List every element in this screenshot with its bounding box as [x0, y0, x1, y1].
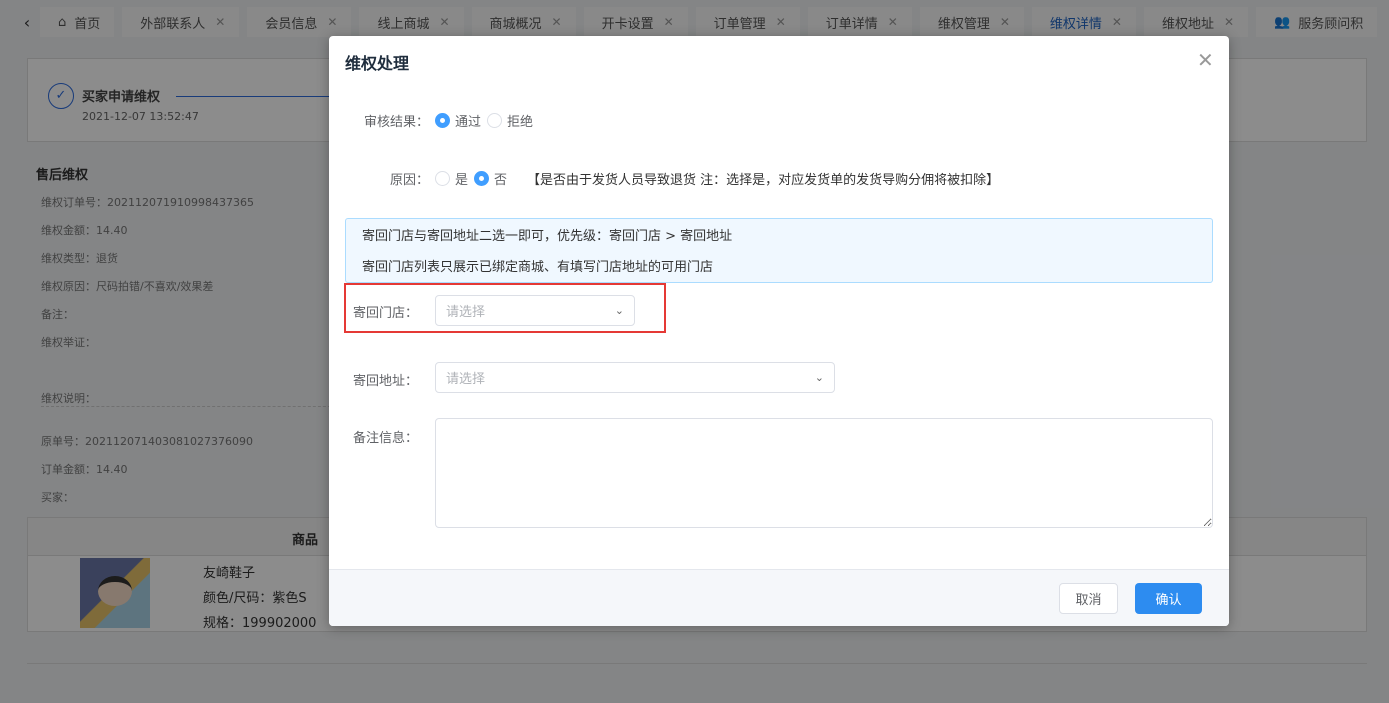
radio-reject[interactable]: 拒绝 [487, 111, 533, 130]
radio-checked-icon [474, 171, 490, 186]
info-alert: 寄回门店与寄回地址二选一即可，优先级：寄回门店 > 寄回地址 寄回门店列表只展示… [345, 218, 1213, 283]
cancel-button[interactable]: 取消 [1059, 583, 1118, 614]
reason-radio-group: 是 否 【是否由于发货人员导致退货 注：选择是，对应发货单的发货导购分佣将被扣除… [435, 169, 999, 188]
remark-textarea[interactable] [435, 418, 1213, 528]
reason-note: 【是否由于发货人员导致退货 注：选择是，对应发货单的发货导购分佣将被扣除】 [527, 173, 1000, 188]
chevron-down-icon: ⌄ [814, 371, 824, 384]
confirm-button[interactable]: 确认 [1135, 583, 1202, 614]
rights-dialog: 维权处理 ✕ 审核结果： 通过 拒绝 原因： 是 否 【是否由于发货人员导致退货… [329, 36, 1229, 626]
alert-line: 寄回门店与寄回地址二选一即可，优先级：寄回门店 > 寄回地址 [362, 229, 733, 244]
chevron-down-icon: ⌄ [614, 304, 624, 317]
alert-line: 寄回门店列表只展示已绑定商城、有填写门店地址的可用门店 [362, 260, 714, 275]
dialog-footer: 取消 确认 [329, 569, 1229, 626]
remark-label: 备注信息： [353, 431, 419, 446]
radio-unchecked-icon [435, 171, 450, 186]
dialog-title: 维权处理 [345, 54, 410, 73]
audit-radio-group: 通过 拒绝 [435, 111, 539, 130]
audit-label: 审核结果： [363, 115, 429, 130]
store-label: 寄回门店： [353, 306, 419, 321]
address-label: 寄回地址： [353, 374, 419, 389]
radio-yes[interactable]: 是 [435, 169, 468, 188]
address-select[interactable]: 请选择 ⌄ [435, 362, 835, 393]
radio-no[interactable]: 否 [474, 169, 507, 188]
radio-approve[interactable]: 通过 [435, 111, 481, 130]
radio-unchecked-icon [487, 113, 503, 128]
reason-label: 原因： [389, 173, 429, 188]
store-select[interactable]: 请选择 ⌄ [435, 295, 635, 326]
radio-checked-icon [435, 113, 450, 128]
close-icon[interactable]: ✕ [1197, 48, 1214, 72]
